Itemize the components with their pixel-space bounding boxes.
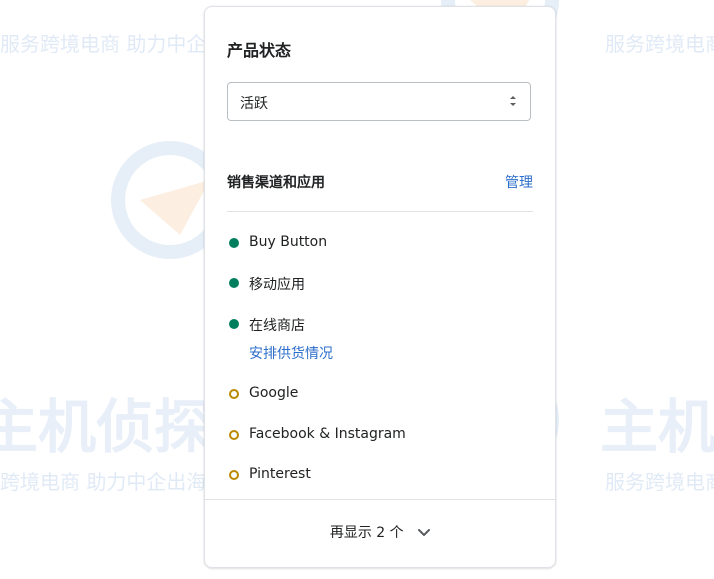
active-status-dot-icon — [229, 278, 239, 288]
sales-channels-title: 销售渠道和应用 — [227, 175, 325, 191]
active-status-dot-icon — [229, 319, 239, 329]
channel-item-online-store: 在线商店 — [227, 314, 533, 336]
screen: 服务跨境电商 助力中企出海 服务跨境电商 助力中企出海 服务跨境电商 助力中企出… — [0, 0, 714, 579]
show-more-button[interactable]: 再显示 2 个 — [205, 522, 555, 542]
product-status-title: 产品状态 — [227, 41, 292, 60]
watermark-brand: 主机侦探 — [600, 393, 714, 461]
product-status-card: 产品状态 活跃 销售渠道和应用 管理 Buy Button 移动应用 在线商店 … — [204, 6, 556, 568]
channel-item-pinterest: Pinterest — [227, 465, 533, 487]
inactive-status-dot-icon — [229, 430, 239, 440]
show-more-label: 再显示 2 个 — [329, 525, 404, 541]
divider — [227, 211, 533, 212]
watermark-tagline: 服务跨境电商 助力中企出海 — [605, 470, 714, 494]
watermark-brand: 主机侦探 — [0, 393, 213, 461]
schedule-availability-link[interactable]: 安排供货情况 — [249, 343, 333, 363]
watermark-tagline: 服务跨境电商 助力中企出海 — [0, 470, 207, 494]
inactive-status-dot-icon — [229, 389, 239, 399]
channel-label: Google — [249, 385, 299, 401]
status-select[interactable]: 活跃 — [227, 82, 531, 121]
channel-item-buy-button: Buy Button — [227, 233, 533, 255]
channel-item-google: Google — [227, 384, 533, 406]
select-arrows-icon — [510, 96, 516, 106]
manage-channels-link[interactable]: 管理 — [505, 172, 533, 192]
channel-label: Facebook & Instagram — [249, 426, 406, 442]
footer-divider — [205, 499, 555, 500]
channel-label: Buy Button — [249, 234, 328, 250]
active-status-dot-icon — [229, 238, 239, 248]
status-select-value: 活跃 — [240, 96, 268, 112]
chevron-down-icon — [418, 529, 431, 536]
channel-label: Pinterest — [249, 466, 311, 482]
inactive-status-dot-icon — [229, 470, 239, 480]
channel-label: 移动应用 — [249, 277, 305, 293]
channel-item-facebook-instagram: Facebook & Instagram — [227, 425, 533, 447]
channel-label: 在线商店 — [249, 318, 305, 334]
watermark-tagline: 服务跨境电商 助力中企出海 — [605, 32, 714, 56]
channel-item-mobile-app: 移动应用 — [227, 273, 533, 295]
